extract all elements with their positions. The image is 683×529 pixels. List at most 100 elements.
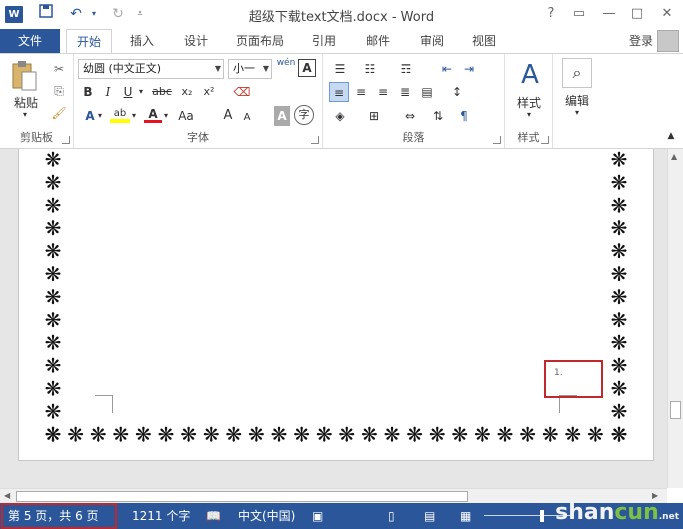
enclose-chars-button[interactable]: 字: [294, 105, 314, 125]
close-button[interactable]: ✕: [654, 4, 680, 24]
numbering-icon[interactable]: ☷: [359, 59, 381, 79]
clipboard-launcher-icon[interactable]: [62, 136, 70, 144]
paragraph-launcher-icon[interactable]: [493, 136, 501, 144]
border-glyph-right: ❋: [611, 193, 628, 217]
border-glyph-right: ❋: [611, 331, 628, 355]
help-button[interactable]: ?: [538, 4, 564, 24]
styles-button-label[interactable]: 样式: [509, 94, 549, 111]
tab-review[interactable]: 审阅: [410, 29, 454, 53]
cut-icon[interactable]: ✂: [50, 59, 68, 79]
ribbon: 粘贴 ▾ ✂ ⎘ 🖌 剪贴板 幼圆 (中文正文) ▼ 小一 ▼ wén A B …: [0, 53, 683, 149]
subscript-button[interactable]: x₂: [178, 82, 196, 102]
font-size-dropdown-icon[interactable]: ▼: [263, 60, 269, 78]
font-name-dropdown-icon[interactable]: ▼: [215, 60, 221, 78]
page-info[interactable]: 第 5 页，共 6 页: [8, 503, 99, 529]
vertical-scroll-thumb[interactable]: [670, 401, 681, 419]
underline-dropdown-icon[interactable]: ▾: [136, 82, 146, 102]
macro-record-icon[interactable]: ▣: [312, 503, 323, 529]
line-spacing-icon[interactable]: ↕: [447, 82, 467, 102]
login-link[interactable]: 登录: [629, 29, 653, 53]
print-layout-icon[interactable]: ▤: [424, 503, 435, 529]
editing-dropdown-icon[interactable]: ▾: [571, 108, 583, 117]
vertical-scrollbar[interactable]: ▲: [667, 149, 683, 488]
document-page[interactable]: ❋ ❋ ❋ ❋ ❋ ❋ ❋ ❋ ❋ ❋ ❋ ❋ ❋ ❋ ❋ ❋ ❋ ❋ ❋ ❋ ❋ ❋ ❋ ❋ ❋ ❋ ❋ ❋ ❋ ❋ ❋ ❋ ❋ ❋ ❋ ❋ ❋ ❋ ❋ ❋…: [18, 149, 654, 461]
tab-design[interactable]: 设计: [174, 29, 218, 53]
shading-icon[interactable]: ◈: [329, 106, 351, 126]
decrease-indent-icon[interactable]: ⇤: [437, 59, 457, 79]
maximize-button[interactable]: □: [624, 4, 650, 24]
format-painter-icon[interactable]: 🖌: [50, 103, 68, 123]
zoom-slider-thumb[interactable]: [540, 510, 544, 522]
change-case-button[interactable]: Aa: [174, 106, 198, 126]
tab-insert[interactable]: 插入: [120, 29, 164, 53]
collapse-ribbon-icon[interactable]: ▲: [664, 126, 678, 146]
styles-icon[interactable]: A: [515, 58, 545, 92]
text-effects-dropdown-icon[interactable]: ▾: [96, 106, 104, 126]
art-page-border: ❋ ❋❋ ❋❋ ❋❋ ❋❋ ❋❋ ❋❋ ❋❋ ❋❋ ❋❋ ❋❋ ❋❋ ❋❋ ❋❋ ❋ ❋ ❋ ❋ ❋ ❋ ❋ ❋ ❋ ❋ ❋ ❋ ❋…: [45, 149, 628, 447]
tab-view[interactable]: 视图: [462, 29, 506, 53]
editing-button-label[interactable]: 编辑: [557, 92, 597, 109]
language-indicator[interactable]: 中文(中国): [238, 503, 295, 529]
char-border-button[interactable]: A: [298, 59, 316, 77]
tab-references[interactable]: 引用: [302, 29, 346, 53]
scroll-left-icon[interactable]: ◀: [4, 491, 10, 500]
bold-button[interactable]: B: [80, 82, 96, 102]
web-layout-icon[interactable]: ▦: [460, 503, 471, 529]
paste-icon[interactable]: [10, 60, 40, 94]
avatar[interactable]: [657, 30, 679, 52]
highlight-dropdown-icon[interactable]: ▾: [130, 106, 138, 126]
border-glyph-bottom: ❋: [271, 423, 288, 447]
tab-home[interactable]: 开始: [66, 29, 112, 54]
chinese-layout-icon[interactable]: ⇔: [399, 106, 421, 126]
strikethrough-button[interactable]: abc: [150, 82, 174, 102]
styles-dropdown-icon[interactable]: ▾: [523, 110, 535, 119]
highlight-color-icon[interactable]: ab: [110, 104, 130, 124]
font-launcher-icon[interactable]: [311, 136, 319, 144]
tab-mailings[interactable]: 邮件: [356, 29, 400, 53]
tab-file[interactable]: 文件: [0, 29, 60, 53]
paste-button-label[interactable]: 粘贴: [8, 94, 44, 111]
horizontal-scroll-thumb[interactable]: [16, 491, 468, 502]
tab-layout[interactable]: 页面布局: [228, 29, 292, 53]
italic-button[interactable]: I: [100, 82, 116, 102]
word-count[interactable]: 1211 个字: [132, 503, 190, 529]
read-mode-icon[interactable]: ▯: [388, 503, 395, 529]
align-left-icon[interactable]: ≡: [329, 82, 349, 102]
align-center-icon[interactable]: ≡: [351, 82, 371, 102]
styles-launcher-icon[interactable]: [541, 136, 549, 144]
minimize-button[interactable]: —: [596, 4, 622, 24]
underline-button[interactable]: U: [120, 82, 136, 102]
paste-dropdown-icon[interactable]: ▾: [18, 110, 32, 119]
increase-indent-icon[interactable]: ⇥: [459, 59, 479, 79]
superscript-button[interactable]: x²: [200, 82, 218, 102]
proofing-icon[interactable]: 📖: [206, 503, 221, 529]
shrink-font-button[interactable]: A: [240, 108, 254, 128]
show-marks-icon[interactable]: ¶: [453, 106, 475, 126]
font-color-icon[interactable]: A: [144, 104, 162, 124]
justify-icon[interactable]: ≣: [395, 82, 415, 102]
border-glyph-bottom: ❋: [158, 423, 175, 447]
bullets-icon[interactable]: ☰: [329, 59, 351, 79]
scroll-up-icon[interactable]: ▲: [671, 152, 677, 161]
grow-font-button[interactable]: A: [220, 106, 236, 126]
align-right-icon[interactable]: ≡: [373, 82, 393, 102]
copy-icon[interactable]: ⎘: [50, 81, 68, 101]
border-glyph-left: ❋: [45, 193, 62, 217]
binoculars-icon[interactable]: ⌕: [562, 58, 592, 88]
border-glyph-right: ❋: [611, 262, 628, 286]
font-size-select[interactable]: 小一 ▼: [228, 59, 272, 79]
page-number[interactable]: 1.: [554, 368, 563, 378]
ribbon-display-button[interactable]: ▭: [566, 4, 592, 24]
borders-icon[interactable]: ⊞: [363, 106, 385, 126]
multilevel-list-icon[interactable]: ☶: [395, 59, 417, 79]
font-name-select[interactable]: 幼圆 (中文正文) ▼: [78, 59, 224, 79]
distributed-icon[interactable]: ▤: [417, 82, 437, 102]
clear-formatting-icon[interactable]: ⌫: [232, 82, 252, 102]
phonetic-guide-button[interactable]: wén: [276, 58, 296, 78]
scroll-right-icon[interactable]: ▶: [652, 491, 658, 500]
sort-icon[interactable]: ⇅: [427, 106, 449, 126]
border-glyph-bottom: ❋: [90, 423, 107, 447]
border-glyph-right: ❋: [611, 149, 628, 172]
char-shading-button[interactable]: A: [274, 106, 290, 126]
font-color-dropdown-icon[interactable]: ▾: [162, 106, 170, 126]
